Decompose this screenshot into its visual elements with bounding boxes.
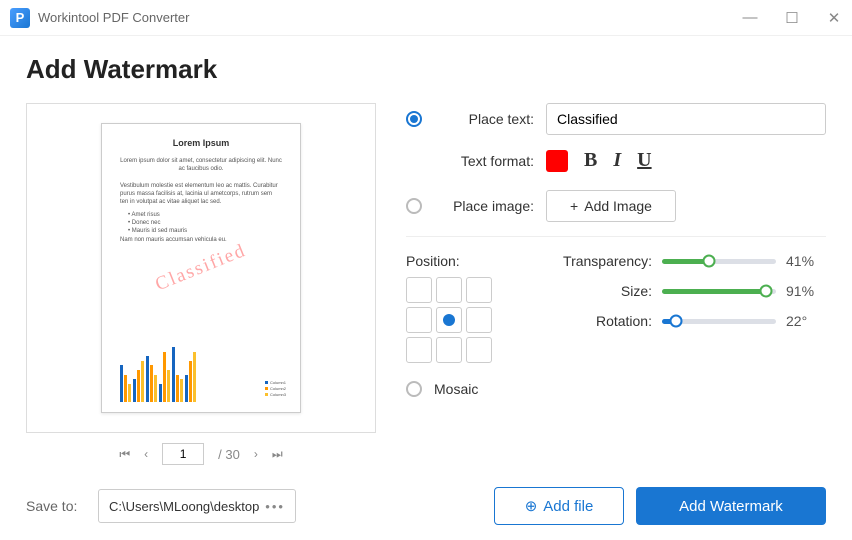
transparency-label: Transparency: [532, 253, 652, 269]
document-preview: Lorem Ipsum Lorem ipsum dolor sit amet, … [101, 123, 301, 413]
place-text-radio[interactable] [406, 111, 422, 127]
doc-chart [120, 347, 282, 402]
pager-next-icon[interactable]: › [254, 447, 258, 461]
pager-total: / 30 [218, 447, 240, 462]
transparency-value: 41% [786, 253, 826, 269]
italic-button[interactable]: I [613, 149, 621, 172]
size-value: 91% [786, 283, 826, 299]
doc-subtitle: Lorem ipsum dolor sit amet, consectetur … [120, 158, 282, 174]
close-button[interactable]: ✕ [826, 10, 842, 26]
plus-icon: + [570, 198, 578, 214]
size-slider[interactable] [662, 289, 776, 294]
add-image-button[interactable]: + Add Image [546, 190, 676, 222]
app-title: Workintool PDF Converter [38, 10, 189, 25]
text-format-label: Text format: [434, 153, 534, 169]
save-to-label: Save to: [26, 498, 86, 514]
position-label: Position: [406, 253, 492, 269]
doc-legend: Column1Column2Column3 [265, 380, 286, 398]
position-cell-1[interactable] [436, 277, 462, 303]
save-path-input[interactable]: C:\Users\MLoong\desktop ••• [98, 489, 296, 523]
page-title: Add Watermark [26, 54, 826, 85]
position-cell-2[interactable] [466, 277, 492, 303]
size-label: Size: [532, 283, 652, 299]
watermark-overlay: Classified [152, 240, 249, 296]
browse-icon[interactable]: ••• [265, 499, 285, 514]
mosaic-label: Mosaic [434, 381, 478, 397]
titlebar: P Workintool PDF Converter — ☐ ✕ [0, 0, 852, 36]
minimize-button[interactable]: — [742, 10, 758, 26]
rotation-label: Rotation: [532, 313, 652, 329]
pager-current-input[interactable] [162, 443, 204, 465]
position-cell-6[interactable] [406, 337, 432, 363]
position-cell-0[interactable] [406, 277, 432, 303]
pager-prev-icon[interactable]: ‹ [144, 447, 148, 461]
place-image-label: Place image: [434, 198, 534, 214]
maximize-button[interactable]: ☐ [784, 10, 800, 26]
mosaic-radio[interactable] [406, 381, 422, 397]
position-cell-5[interactable] [466, 307, 492, 333]
position-cell-3[interactable] [406, 307, 432, 333]
preview-panel: Lorem Ipsum Lorem ipsum dolor sit amet, … [26, 103, 376, 433]
position-cell-8[interactable] [466, 337, 492, 363]
divider [406, 236, 826, 237]
position-cell-4[interactable] [436, 307, 462, 333]
add-file-icon: ⊕ [525, 497, 538, 515]
add-watermark-button[interactable]: Add Watermark [636, 487, 826, 525]
rotation-value: 22° [786, 313, 826, 329]
position-cell-7[interactable] [436, 337, 462, 363]
position-grid [406, 277, 492, 363]
underline-button[interactable]: U [637, 149, 651, 172]
transparency-slider[interactable] [662, 259, 776, 264]
color-swatch[interactable] [546, 150, 568, 172]
place-image-radio[interactable] [406, 198, 422, 214]
add-file-button[interactable]: ⊕ Add file [494, 487, 624, 525]
place-text-label: Place text: [434, 111, 534, 127]
app-logo: P [10, 8, 30, 28]
pager-last-icon[interactable]: ⏭ [272, 447, 283, 462]
place-text-input[interactable] [546, 103, 826, 135]
doc-title: Lorem Ipsum [120, 138, 282, 148]
bold-button[interactable]: B [584, 149, 597, 172]
pager: ⏮ ‹ / 30 › ⏭ [26, 443, 376, 465]
pager-first-icon[interactable]: ⏮ [119, 447, 130, 462]
rotation-slider[interactable] [662, 319, 776, 324]
